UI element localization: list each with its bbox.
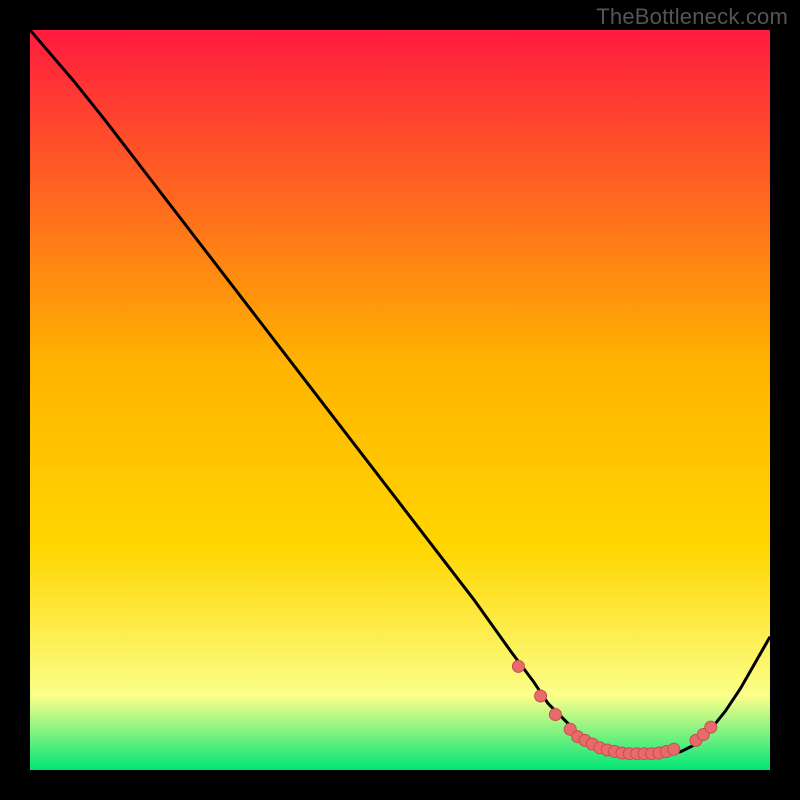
watermark-label: TheBottleneck.com [596,4,788,30]
gradient-background [30,30,770,770]
data-point [705,721,717,733]
plot-area [30,30,770,770]
data-point [512,660,524,672]
data-point [549,709,561,721]
data-point [668,743,680,755]
chart-container: TheBottleneck.com [0,0,800,800]
plot-svg [30,30,770,770]
data-point [535,690,547,702]
